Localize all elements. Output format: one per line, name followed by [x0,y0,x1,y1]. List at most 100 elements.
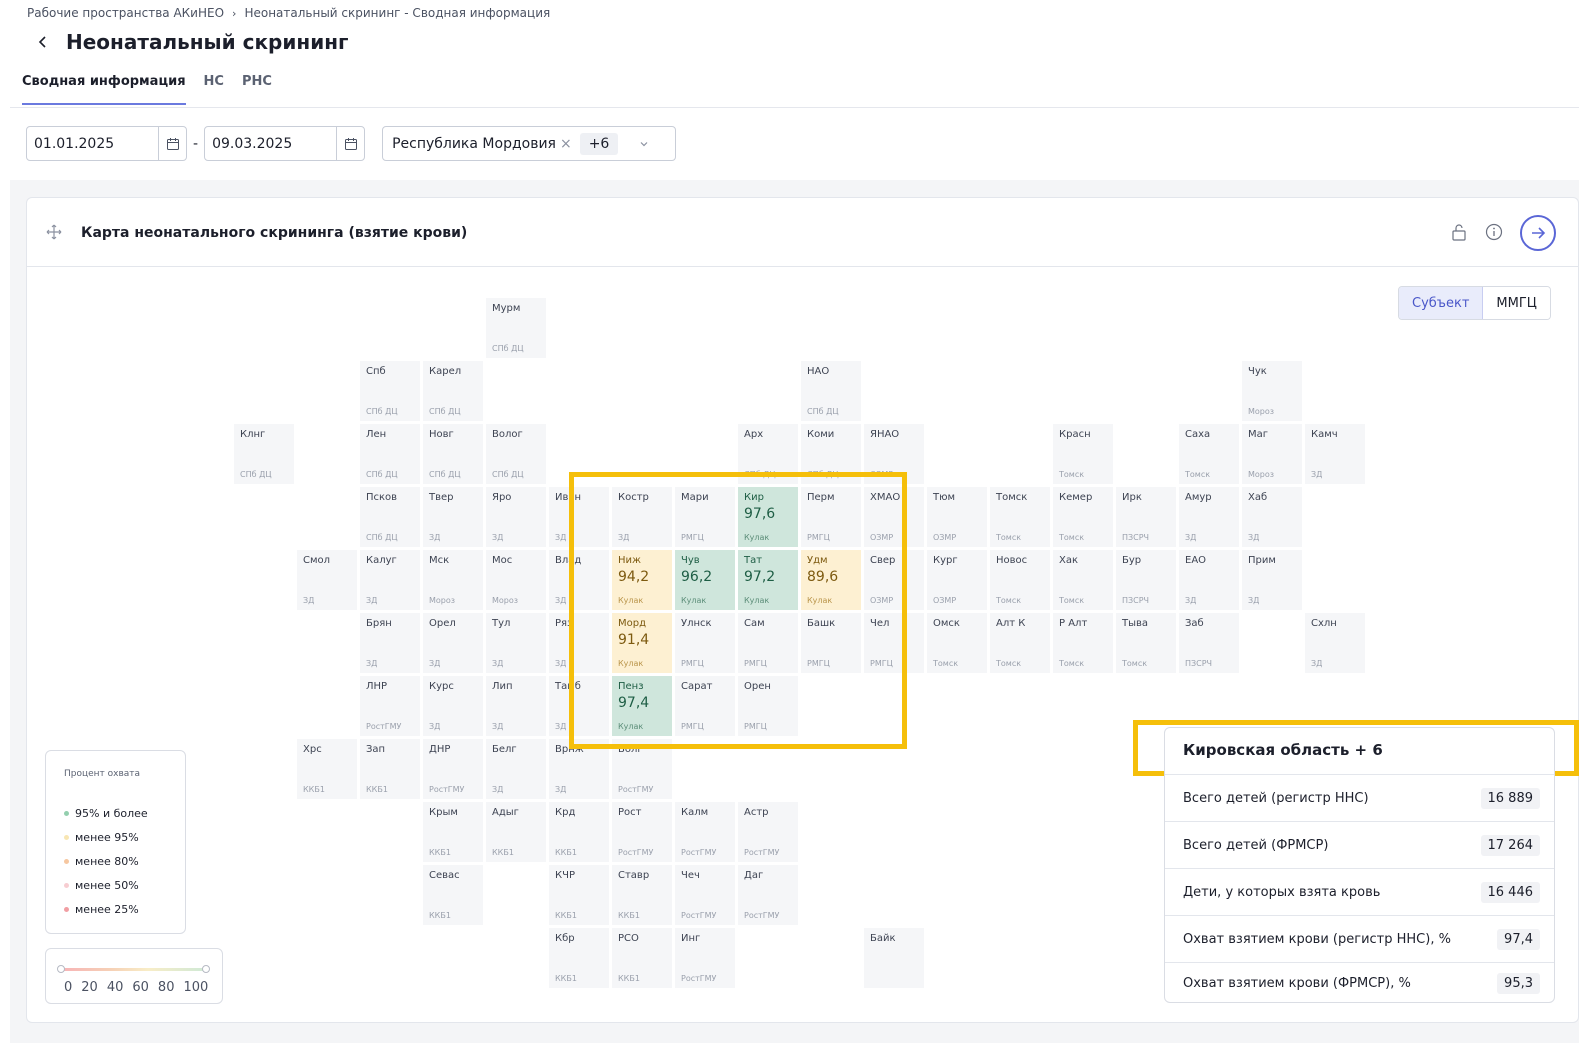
region-tile[interactable]: Ставр ККБ1 [612,865,672,925]
toggle-subject[interactable]: Субъект [1399,287,1484,319]
region-tile[interactable]: ЛНР РостГМУ [360,676,420,736]
region-tile[interactable]: Хак Томск [1053,550,1113,610]
view-toggle: Субъект ММГЦ [1398,286,1551,320]
region-tile[interactable]: Амур ЗД [1179,487,1239,547]
region-tile[interactable]: Маг Мороз [1242,424,1302,484]
region-tile[interactable]: Крд ККБ1 [549,802,609,862]
region-tile[interactable]: Камч ЗД [1305,424,1365,484]
region-tile[interactable]: Инг РостГМУ [675,928,735,988]
drag-handle-icon[interactable] [46,224,62,240]
tab-summary[interactable]: Сводная информация [22,74,186,105]
chevron-down-icon[interactable] [638,138,650,150]
region-tile[interactable]: Схлн ЗД [1305,613,1365,673]
date-from-field[interactable] [26,126,187,161]
region-tile[interactable]: ДНР РостГМУ [423,739,483,799]
region-tile[interactable]: Смол ЗД [297,550,357,610]
region-tile[interactable]: Ирк ПЗСРЧ [1116,487,1176,547]
region-tile[interactable]: Яро ЗД [486,487,546,547]
region-tile[interactable]: Хрс ККБ1 [297,739,357,799]
region-name: КЧР [555,870,575,881]
close-icon[interactable]: × [560,136,572,152]
region-tile[interactable]: Лен СПб ДЦ [360,424,420,484]
region-tile[interactable]: Саха Томск [1179,424,1239,484]
region-tile[interactable]: Новос Томск [990,550,1050,610]
region-tile[interactable]: Красн Томск [1053,424,1113,484]
region-multiselect[interactable]: Республика Мордовия × +6 [382,126,677,161]
tab-rns[interactable]: РНС [242,74,272,105]
region-org: ЗД [492,533,504,542]
region-tile[interactable]: Даг РостГМУ [738,865,798,925]
region-tile[interactable]: Астр РостГМУ [738,802,798,862]
region-name: Брян [366,618,392,629]
region-tile[interactable]: Заб ПЗСРЧ [1179,613,1239,673]
region-tile[interactable]: Байк [864,928,924,988]
region-tile[interactable]: Тюм ОЗМР [927,487,987,547]
legend-label: 95% и более [75,806,148,820]
info-icon[interactable] [1485,223,1503,241]
region-tile[interactable]: Прим ЗД [1242,550,1302,610]
date-from-input[interactable] [27,135,147,152]
region-tile[interactable]: Курс ЗД [423,676,483,736]
region-org: ЗД [555,533,567,542]
region-tile[interactable]: Калуг ЗД [360,550,420,610]
region-tile[interactable]: Алт К Томск [990,613,1050,673]
page-title: Неонатальный скрининг [66,30,349,54]
region-tile[interactable]: Севас ККБ1 [423,865,483,925]
back-arrow-icon[interactable] [36,35,50,49]
region-tile[interactable]: Лип ЗД [486,676,546,736]
date-to-field[interactable] [204,126,366,161]
breadcrumb-root-link[interactable]: Рабочие пространства АКиНЕО [27,6,224,20]
region-tile[interactable]: Хаб ЗД [1242,487,1302,547]
region-tile[interactable]: Карел СПб ДЦ [423,361,483,421]
region-tile[interactable]: Чеч РостГМУ [675,865,735,925]
coverage-range-slider[interactable]: 0 20 40 60 80 100 [45,948,223,1004]
calendar-icon[interactable] [158,127,186,160]
unlock-icon[interactable] [1451,223,1467,241]
region-name: Зап [366,744,386,755]
region-tile[interactable]: Клнг СПб ДЦ [234,424,294,484]
region-tile[interactable]: КЧР ККБ1 [549,865,609,925]
region-tile[interactable]: РСО ККБ1 [612,928,672,988]
region-tile[interactable]: НАО СПб ДЦ [801,361,861,421]
region-tile[interactable]: Брян ЗД [360,613,420,673]
region-tile[interactable]: Твер ЗД [423,487,483,547]
date-to-input[interactable] [205,135,326,152]
region-tile[interactable]: Р Алт Томск [1053,613,1113,673]
summary-value: 97,4 [1497,928,1540,950]
region-name: Амур [1185,492,1212,503]
region-tile[interactable]: Кемер Томск [1053,487,1113,547]
region-tile[interactable]: Бур ПЗСРЧ [1116,550,1176,610]
open-details-button[interactable] [1520,215,1556,251]
region-tile[interactable]: Чук Мороз [1242,361,1302,421]
region-name: Камч [1311,429,1338,440]
region-tile[interactable]: Крым ККБ1 [423,802,483,862]
toggle-mmgc[interactable]: ММГЦ [1483,287,1550,319]
region-tile[interactable]: Тыва Томск [1116,613,1176,673]
region-tile[interactable]: Тул ЗД [486,613,546,673]
region-tile[interactable]: Псков СПб ДЦ [360,487,420,547]
region-tile[interactable]: Белг ЗД [486,739,546,799]
region-tile[interactable]: Мурм СПб ДЦ [486,298,546,358]
range-min-handle[interactable] [57,965,65,973]
region-tile[interactable]: Волог СПб ДЦ [486,424,546,484]
region-tile[interactable]: Рост РостГМУ [612,802,672,862]
region-tile[interactable]: Кбр ККБ1 [549,928,609,988]
region-tile[interactable]: Адыг ККБ1 [486,802,546,862]
region-tile[interactable]: Омск Томск [927,613,987,673]
region-tile[interactable]: Мос Мороз [486,550,546,610]
region-name: Карел [429,366,462,377]
region-tile[interactable]: Зап ККБ1 [360,739,420,799]
range-max-handle[interactable] [202,965,210,973]
region-tile[interactable]: Томск Томск [990,487,1050,547]
region-name: Коми [807,429,835,440]
region-tile[interactable]: ЕАО ЗД [1179,550,1239,610]
region-org: ККБ1 [366,785,388,794]
region-tile[interactable]: Спб СПб ДЦ [360,361,420,421]
region-tile[interactable]: Калм РостГМУ [675,802,735,862]
calendar-icon[interactable] [336,127,364,160]
tab-ns[interactable]: НС [204,74,224,105]
region-tile[interactable]: Орел ЗД [423,613,483,673]
region-tile[interactable]: Новг СПб ДЦ [423,424,483,484]
region-tile[interactable]: Мск Мороз [423,550,483,610]
region-tile[interactable]: Кург ОЗМР [927,550,987,610]
